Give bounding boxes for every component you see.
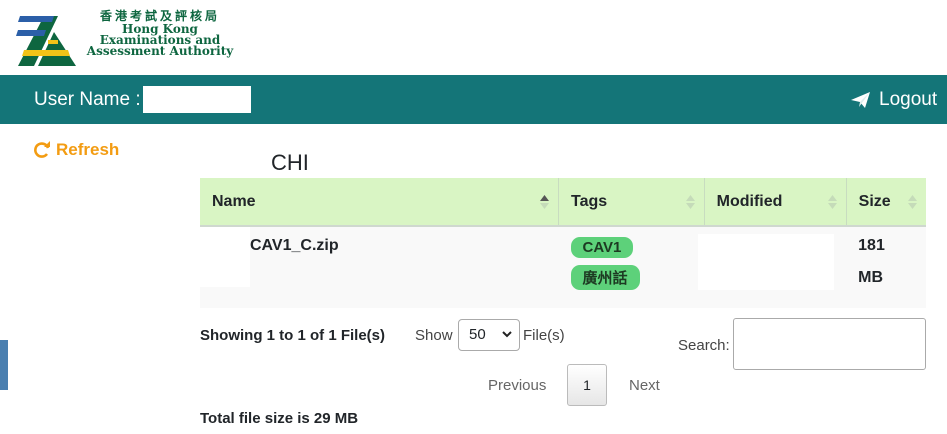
showing-info: Showing 1 to 1 of 1 File(s) [200, 327, 386, 344]
tag-badge[interactable]: 廣州話 [570, 265, 640, 290]
size-cell: 181 MB [846, 226, 926, 308]
file-name-link[interactable]: CAV1_C.zip [250, 237, 339, 254]
sort-ascending-icon [540, 195, 549, 209]
folder-title: CHI [271, 150, 309, 175]
name-redaction [200, 227, 250, 287]
logo-text: 香港考試及評核局 Hong Kong Examinations and Asse… [80, 8, 240, 57]
sort-both-icon [908, 195, 917, 209]
total-file-size: Total file size is 29 MB [200, 410, 359, 427]
logout-button[interactable]: Logout [851, 88, 937, 112]
column-header-name[interactable]: Name [200, 178, 559, 227]
search-input[interactable] [733, 318, 926, 370]
table-row[interactable]: CAV1_C.zip CAV1 廣州話 181 MB [200, 226, 926, 308]
refresh-label: Refresh [56, 140, 120, 159]
user-name-value [143, 86, 251, 113]
search-label: Search: [678, 337, 730, 354]
show-label: Show [415, 327, 453, 344]
column-header-tags[interactable]: Tags [558, 178, 705, 227]
refresh-icon [34, 141, 50, 158]
column-header-modified[interactable]: Modified [703, 178, 847, 227]
pagination-previous[interactable]: Previous [488, 377, 546, 394]
hkeaa-logo[interactable]: 香港考試及評核局 Hong Kong Examinations and Asse… [14, 6, 234, 70]
logo-english-line-3: Assessment Authority [86, 44, 234, 58]
user-name-label: User Name : [34, 89, 141, 110]
hkeaa-logo-icon [16, 16, 76, 66]
tag-badge[interactable]: CAV1 [570, 237, 634, 258]
tags-cell: CAV1 廣州話 [558, 226, 705, 308]
sort-both-icon [685, 195, 695, 209]
logout-label: Logout [879, 89, 938, 110]
table-header-row: Name Tags Modified Size [200, 178, 926, 227]
site-header: 香港考試及評核局 Hong Kong Examinations and Asse… [0, 0, 947, 75]
size-value: 181 [858, 237, 885, 254]
files-label: File(s) [523, 327, 565, 344]
file-table: Name Tags Modified Size CAV1_C.zip CAV1 … [200, 178, 926, 308]
modified-value [698, 234, 835, 290]
size-unit: MB [858, 269, 884, 286]
page-size-value: 50 [469, 326, 486, 343]
left-edge-strip [0, 340, 8, 390]
pagination-page-1[interactable]: 1 [567, 364, 607, 406]
refresh-button[interactable]: Refresh [33, 140, 119, 160]
chevron-down-icon [502, 331, 512, 338]
modified-cell [698, 226, 847, 308]
pagination-next[interactable]: Next [629, 377, 660, 394]
column-header-size[interactable]: Size [845, 178, 926, 227]
file-name-cell[interactable]: CAV1_C.zip [200, 226, 559, 308]
paper-plane-icon [851, 92, 870, 108]
page-size-select[interactable]: 50 [458, 319, 520, 351]
top-navbar: User Name : Logout [0, 75, 947, 124]
sort-both-icon [827, 195, 837, 209]
